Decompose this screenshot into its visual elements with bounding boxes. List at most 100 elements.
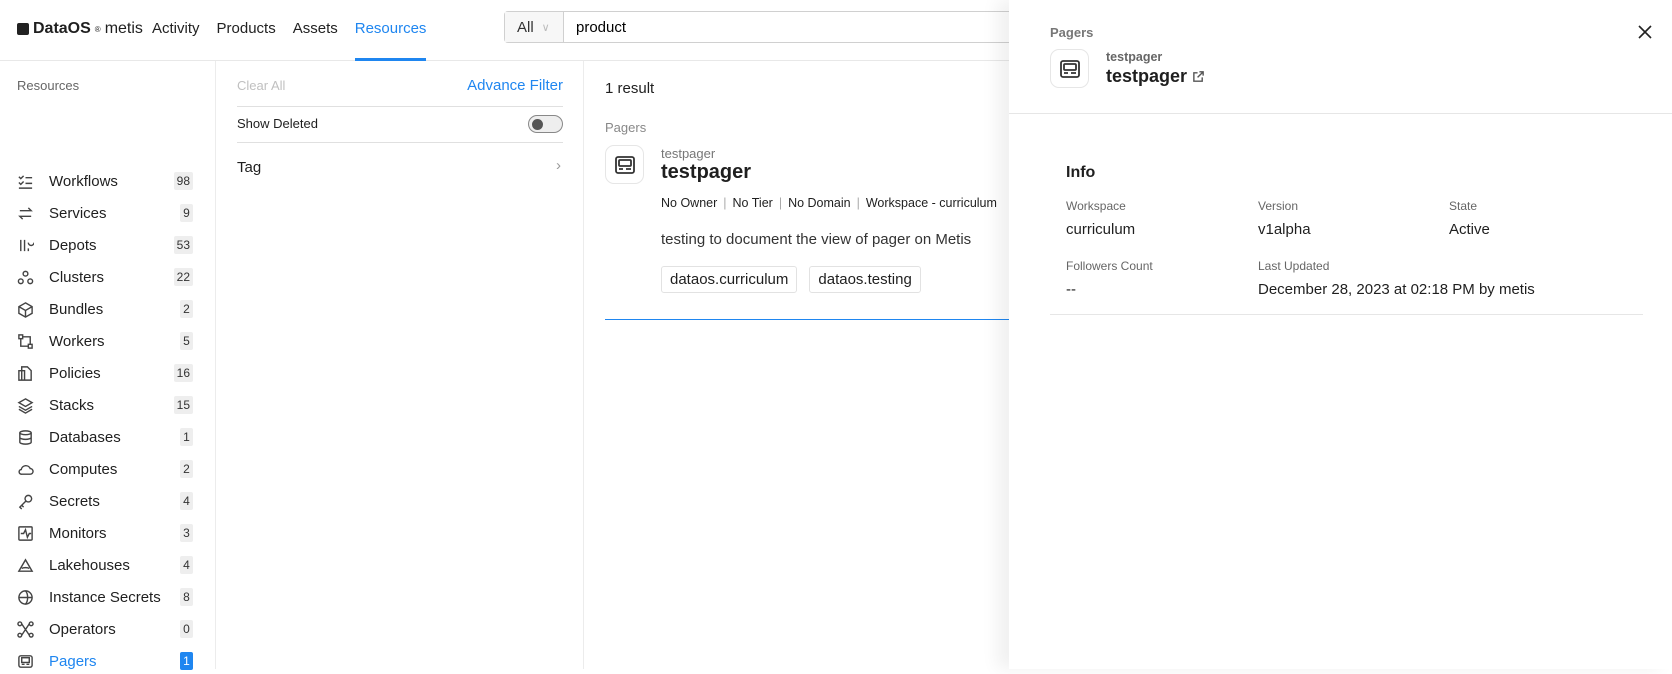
clear-all-button[interactable]: Clear All	[237, 78, 285, 93]
sidebar-item-workers[interactable]: Workers 5	[17, 328, 193, 354]
sidebar-item-label: Monitors	[49, 524, 107, 542]
pager-icon	[18, 654, 33, 668]
result-group-label: Pagers	[605, 120, 647, 135]
key-icon	[18, 494, 33, 510]
policy-icon	[18, 365, 32, 381]
sidebar-item-bundles[interactable]: Bundles 2	[17, 296, 193, 322]
sidebar-item-label: Policies	[49, 364, 101, 382]
cluster-icon	[17, 270, 34, 284]
details-drawer: Pagers testpager testpager Info Workspac…	[1009, 0, 1672, 669]
sidebar-item-count: 16	[173, 364, 193, 382]
sidebar-item-workflows[interactable]: Workflows 98	[17, 168, 193, 194]
sidebar-item-count: 98	[173, 172, 193, 190]
main-nav: Activity Products Assets Resources	[152, 0, 427, 61]
dataos-logo-icon	[17, 23, 29, 35]
nav-products[interactable]: Products	[217, 0, 276, 61]
nav-resources[interactable]: Resources	[354, 0, 427, 61]
worker-icon	[18, 333, 33, 349]
sidebar-item-depots[interactable]: Depots 53	[17, 232, 193, 258]
result-tags: dataos.curriculum dataos.testing	[661, 266, 921, 293]
result-count: 1 result	[605, 80, 655, 97]
sidebar-item-pagers[interactable]: Pagers 1	[17, 648, 193, 674]
sidebar-item-count: 9	[180, 204, 193, 222]
field-followers: Followers Count --	[1066, 259, 1153, 298]
chevron-down-icon: ∨	[541, 22, 550, 34]
result-description: testing to document the view of pager on…	[661, 231, 972, 248]
sidebar-item-label: Secrets	[49, 492, 100, 510]
lakehouse-icon	[17, 557, 34, 572]
sidebar-item-label: Workers	[49, 332, 105, 350]
field-version: Version v1alpha	[1258, 199, 1311, 238]
nav-activity[interactable]: Activity	[152, 0, 200, 61]
sidebar-item-count: 5	[180, 332, 193, 350]
tag-chip[interactable]: dataos.testing	[809, 266, 921, 293]
logo[interactable]: DataOS ® metis	[17, 20, 143, 38]
sidebar-item-operators[interactable]: Operators 0	[17, 616, 193, 642]
sidebar-item-count: 3	[180, 524, 193, 542]
result-meta: No Owner | No Tier | No Domain | Workspace …	[661, 196, 997, 210]
sidebar-item-label: Pagers	[49, 652, 97, 670]
advance-filter-link[interactable]: Advance Filter	[467, 77, 563, 94]
divider	[1050, 314, 1643, 315]
sidebar-item-count: 1	[180, 652, 193, 670]
sidebar-item-label: Databases	[49, 428, 121, 446]
search-scope-select[interactable]: All ∨	[505, 12, 564, 42]
external-link-icon[interactable]	[1192, 70, 1205, 83]
drawer-title[interactable]: testpager	[1106, 66, 1205, 87]
divider	[237, 106, 563, 107]
sidebar-item-stacks[interactable]: Stacks 15	[17, 392, 193, 418]
sidebar-item-computes[interactable]: Computes 2	[17, 456, 193, 482]
field-state: State Active	[1449, 199, 1490, 238]
stack-icon	[17, 397, 34, 414]
workflow-icon	[18, 174, 33, 189]
sidebar-item-count: 53	[173, 236, 193, 254]
info-heading: Info	[1066, 164, 1096, 181]
sidebar-item-label: Workflows	[49, 172, 118, 190]
sidebar-item-secrets[interactable]: Secrets 4	[17, 488, 193, 514]
sidebar-item-lakehouses[interactable]: Lakehouses 4	[17, 552, 193, 578]
sidebar-item-count: 0	[180, 620, 193, 638]
sidebar-item-count: 2	[180, 460, 193, 478]
sidebar-item-label: Depots	[49, 236, 97, 254]
field-last-updated: Last Updated December 28, 2023 at 02:18 P…	[1258, 259, 1535, 298]
show-deleted-label: Show Deleted	[237, 116, 318, 131]
selected-result-indicator	[605, 319, 1025, 320]
sidebar-item-instance-secrets[interactable]: Instance Secrets 8	[17, 584, 193, 610]
sidebar-item-label: Operators	[49, 620, 116, 638]
nav-assets[interactable]: Assets	[293, 0, 338, 61]
sidebar-item-label: Instance Secrets	[49, 588, 161, 606]
tag-chip[interactable]: dataos.curriculum	[661, 266, 798, 293]
operator-icon	[17, 620, 34, 638]
show-deleted-toggle[interactable]	[528, 115, 563, 133]
sidebar-item-count: 8	[180, 588, 193, 606]
sidebar-item-count: 15	[173, 396, 193, 414]
resources-sidebar: Resources Workflows 98 Services 9 Depots 53 Cl…	[0, 61, 216, 670]
result-title[interactable]: testpager	[661, 161, 751, 184]
sidebar-item-label: Lakehouses	[49, 556, 130, 574]
sidebar-item-monitors[interactable]: Monitors 3	[17, 520, 193, 546]
sidebar-item-label: Computes	[49, 460, 118, 478]
field-workspace: Workspace curriculum	[1066, 199, 1136, 238]
search-input[interactable]	[564, 12, 1023, 42]
drawer-group-label: Pagers	[1050, 25, 1094, 40]
sidebar-item-services[interactable]: Services 9	[17, 200, 193, 226]
sidebar-item-label: Clusters	[49, 268, 105, 286]
tag-filter[interactable]: Tag	[237, 159, 261, 176]
sidebar-item-clusters[interactable]: Clusters 22	[17, 264, 193, 290]
sidebar-item-count: 2	[180, 300, 193, 318]
sidebar-item-databases[interactable]: Databases 1	[17, 424, 193, 450]
pager-icon	[1050, 49, 1089, 88]
bundle-icon	[18, 301, 33, 318]
database-icon	[19, 429, 32, 445]
result-subtitle: testpager	[661, 146, 716, 161]
sidebar-item-policies[interactable]: Policies 16	[17, 360, 193, 386]
sidebar-item-count: 4	[180, 492, 193, 510]
close-icon[interactable]	[1636, 23, 1654, 41]
chevron-right-icon[interactable]: ›	[556, 157, 561, 174]
services-icon	[18, 206, 33, 220]
globe-icon	[18, 589, 33, 605]
sidebar-item-label: Services	[49, 204, 107, 222]
sidebar-item-count: 4	[180, 556, 193, 574]
sidebar-item-label: Bundles	[49, 300, 104, 318]
sidebar-item-count: 22	[173, 268, 193, 286]
